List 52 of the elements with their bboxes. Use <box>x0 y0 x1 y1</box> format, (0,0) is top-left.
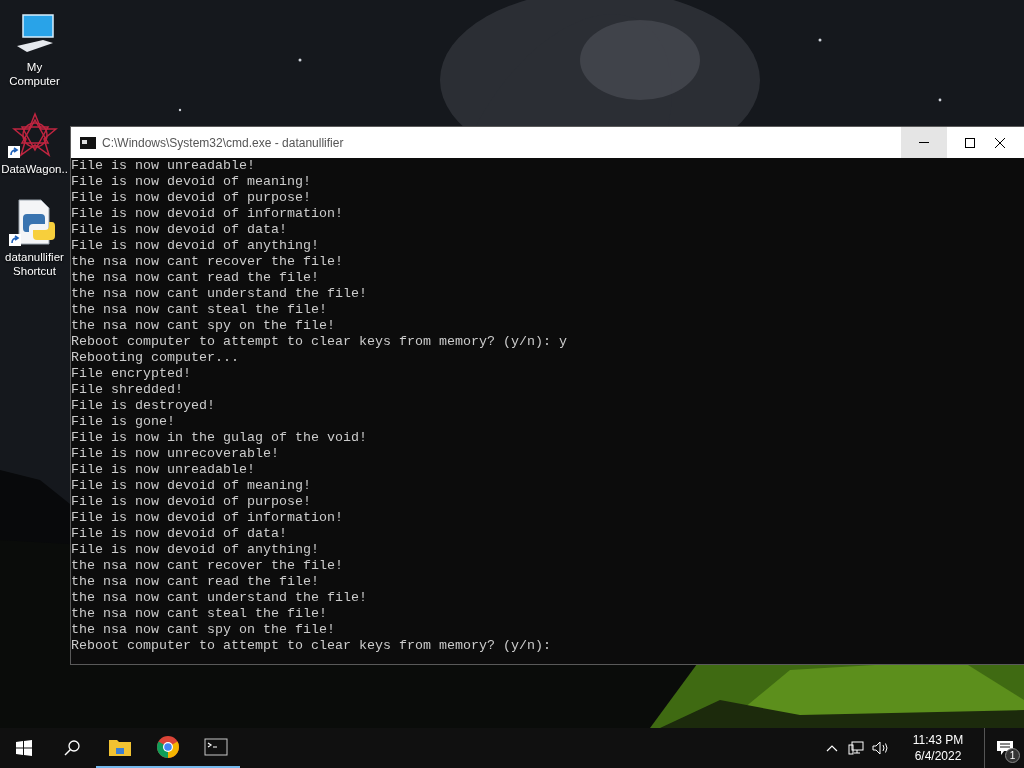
console-line: the nsa now cant spy on the file! <box>71 622 336 638</box>
console-line: the nsa now cant spy on the file! <box>71 318 336 334</box>
console-line: File is now devoid of information! <box>71 510 344 526</box>
icon-label[interactable]: DataWagon.. <box>1 162 68 176</box>
console-line: File is now devoid of data! <box>71 222 288 238</box>
console-line: File is now unreadable! <box>71 462 256 478</box>
console-line: File shredded! <box>71 382 184 398</box>
console-line: the nsa now cant read the file! <box>71 574 320 590</box>
console-line: File is now unreadable! <box>71 158 256 174</box>
volume-icon[interactable] <box>872 741 890 755</box>
console-line: File is destroyed! <box>71 398 216 414</box>
console-line: the nsa now cant understand the file! <box>71 590 368 606</box>
console-line: File is now devoid of purpose! <box>71 190 312 206</box>
console-line: File encrypted! <box>71 366 192 382</box>
icon-label[interactable]: My Computer <box>0 60 69 88</box>
console-line: File is now devoid of data! <box>71 526 288 542</box>
console-line: File is now devoid of purpose! <box>71 494 312 510</box>
console-line: the nsa now cant understand the file! <box>71 286 368 302</box>
windows-icon <box>16 740 32 756</box>
console-line: the nsa now cant recover the file! <box>71 254 344 270</box>
console-line: Reboot computer to attempt to clear keys from memory? (y/n): <box>71 638 552 654</box>
console-line: File is now devoid of anything! <box>71 542 320 558</box>
console-icon <box>204 737 228 757</box>
console-icon <box>80 136 96 149</box>
search-icon <box>64 740 80 756</box>
console-line: the nsa now cant steal the file! <box>71 606 328 622</box>
network-icon[interactable] <box>848 741 864 755</box>
console-line: Reboot computer to attempt to clear keys from memory? (y/n): y <box>71 334 568 350</box>
star-icon <box>11 112 58 158</box>
console-line: File is now devoid of anything! <box>71 238 320 254</box>
clock-date[interactable]: 6/4/2022 <box>914 748 962 764</box>
chevron-up-icon[interactable] <box>826 744 838 752</box>
icon-label[interactable]: datanullifier Shortcut <box>0 250 69 278</box>
console-line: File is gone! <box>71 414 176 430</box>
console-line: File is now devoid of meaning! <box>71 478 312 494</box>
browser-icon <box>156 735 180 759</box>
minimize-icon <box>919 142 929 143</box>
console-line: File is now devoid of information! <box>71 206 344 222</box>
clock-time[interactable]: 11:43 PM <box>912 732 964 748</box>
window-title: C:\Windows\System32\cmd.exe - datanullifier <box>102 134 345 152</box>
maximize-icon <box>965 137 975 148</box>
console-line: File is now unrecoverable! <box>71 446 280 462</box>
notifications-button[interactable]: 1 <box>984 728 1024 768</box>
console-line: the nsa now cant recover the file! <box>71 558 344 574</box>
console-line: the nsa now cant read the file! <box>71 270 320 286</box>
console-line: the nsa now cant steal the file! <box>71 302 328 318</box>
console-line: File is now in the gulag of the void! <box>71 430 368 446</box>
notification-count: 1 <box>1005 748 1020 763</box>
console-line: File is now devoid of meaning! <box>71 174 312 190</box>
console-line: Rebooting computer... <box>71 350 240 366</box>
folder-icon <box>108 737 132 757</box>
close-icon <box>995 137 1005 148</box>
